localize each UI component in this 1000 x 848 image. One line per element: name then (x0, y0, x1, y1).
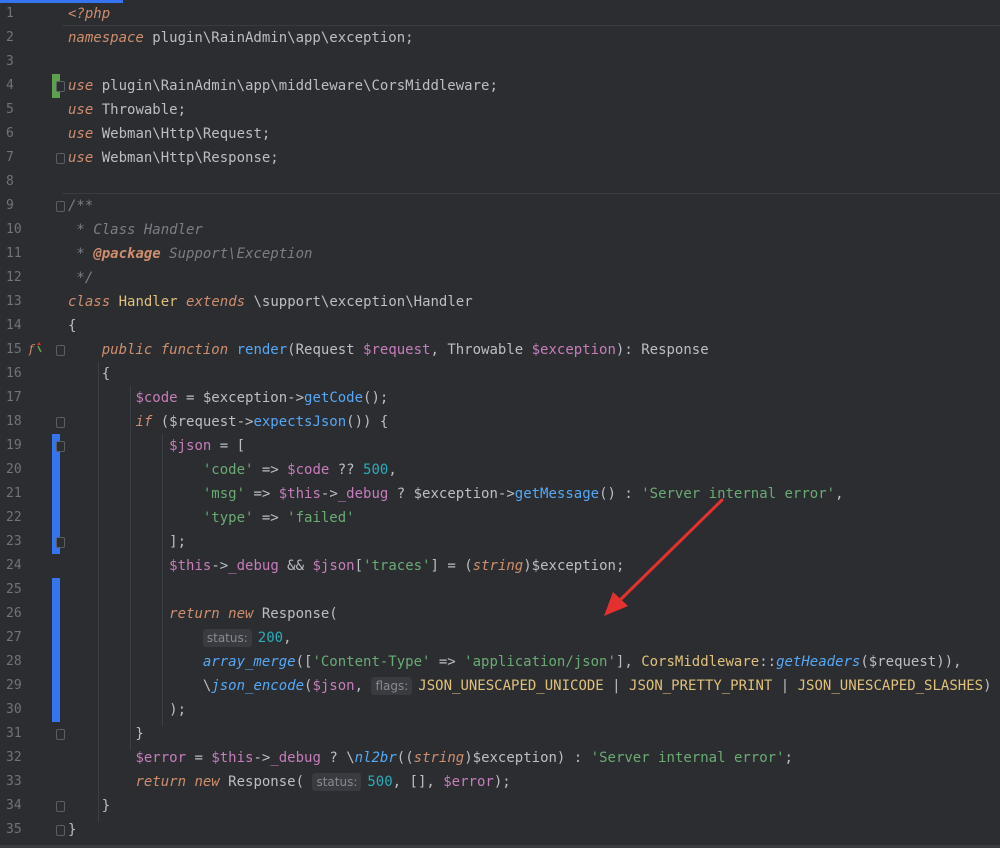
line-number: 10 (6, 222, 22, 237)
code-line[interactable]: 18 if ($request->expectsJson()) { (0, 410, 1000, 434)
line-number: 13 (6, 294, 22, 309)
line-number: 5 (6, 102, 14, 117)
line-number: 24 (6, 558, 22, 573)
code-line[interactable]: 7 use Webman\Http\Response; (0, 146, 1000, 170)
code-editor[interactable]: f 1 <?php 2 namespace plugin\RainAdmin\a… (0, 0, 1000, 848)
line-number: 26 (6, 606, 22, 621)
line-number: 9 (6, 198, 14, 213)
line-number: 32 (6, 750, 22, 765)
line-number: 8 (6, 174, 14, 189)
code-line[interactable]: 9 /** (0, 194, 1000, 218)
line-number: 27 (6, 630, 22, 645)
line-number: 33 (6, 774, 22, 789)
code-line[interactable]: 24 $this->_debug && $json['traces'] = (s… (0, 554, 1000, 578)
line-number: 1 (6, 6, 14, 21)
code-line[interactable]: 33 return new Response( status: 500, [], … (0, 770, 1000, 794)
code-line[interactable]: 4 use plugin\RainAdmin\app\middleware\Co… (0, 74, 1000, 98)
line-number: 16 (6, 366, 22, 381)
parameter-hint: status: (312, 773, 362, 791)
code-line[interactable]: 10 * Class Handler (0, 218, 1000, 242)
line-number: 19 (6, 438, 22, 453)
line-number: 35 (6, 822, 22, 837)
code-line[interactable]: 23 ]; (0, 530, 1000, 554)
code-line[interactable]: 16 { (0, 362, 1000, 386)
line-number: 28 (6, 654, 22, 669)
line-number: 12 (6, 270, 22, 285)
line-number: 29 (6, 678, 22, 693)
line-number: 21 (6, 486, 22, 501)
line-number: 31 (6, 726, 22, 741)
line-number: 17 (6, 390, 22, 405)
parameter-hint: status: (202, 629, 252, 647)
code-line[interactable]: 6 use Webman\Http\Request; (0, 122, 1000, 146)
code-line[interactable]: 2 namespace plugin\RainAdmin\app\excepti… (0, 26, 1000, 50)
code-line[interactable]: 34 } (0, 794, 1000, 818)
line-number: 34 (6, 798, 22, 813)
code-line[interactable]: 20 'code' => $code ?? 500, (0, 458, 1000, 482)
line-number: 25 (6, 582, 22, 597)
code-line[interactable]: 14 { (0, 314, 1000, 338)
line-number: 22 (6, 510, 22, 525)
code-line[interactable]: 29 \json_encode($json, flags: JSON_UNESCA… (0, 674, 1000, 698)
code-line[interactable]: 5 use Throwable; (0, 98, 1000, 122)
code-line[interactable]: 32 $error = $this->_debug ? \nl2br((stri… (0, 746, 1000, 770)
parameter-hint: flags: (371, 677, 413, 695)
line-number: 30 (6, 702, 22, 717)
code-line[interactable]: 17 $code = $exception->getCode(); (0, 386, 1000, 410)
code-line[interactable]: 31 } (0, 722, 1000, 746)
line-number: 18 (6, 414, 22, 429)
code-line[interactable]: 35 } (0, 818, 1000, 842)
line-number: 20 (6, 462, 22, 477)
code-line[interactable]: 15 public function render(Request $reque… (0, 338, 1000, 362)
line-number: 3 (6, 54, 14, 69)
line-number: 14 (6, 318, 22, 333)
code-line[interactable]: 27 status: 200, (0, 626, 1000, 650)
code-line[interactable]: 1 <?php (0, 2, 1000, 26)
line-number: 23 (6, 534, 22, 549)
code-line[interactable]: 11 * @package Support\Exception (0, 242, 1000, 266)
code-line[interactable]: 21 'msg' => $this->_debug ? $exception->… (0, 482, 1000, 506)
code-line[interactable]: 22 'type' => 'failed' (0, 506, 1000, 530)
code-line[interactable]: 12 */ (0, 266, 1000, 290)
code-line[interactable]: 26 return new Response( (0, 602, 1000, 626)
code-line[interactable]: 25 (0, 578, 1000, 602)
line-number: 6 (6, 126, 14, 141)
code-line[interactable]: 3 (0, 50, 1000, 74)
line-number: 7 (6, 150, 14, 165)
line-number: 11 (6, 246, 22, 261)
code-line[interactable]: 19 $json = [ (0, 434, 1000, 458)
line-number: 4 (6, 78, 14, 93)
code-line[interactable]: 13 class Handler extends \support\except… (0, 290, 1000, 314)
code-line[interactable]: 28 array_merge(['Content-Type' => 'appli… (0, 650, 1000, 674)
code-line[interactable]: 8 (0, 170, 1000, 194)
code-line[interactable]: 30 ); (0, 698, 1000, 722)
line-number: 15 (6, 342, 22, 357)
line-number: 2 (6, 30, 14, 45)
